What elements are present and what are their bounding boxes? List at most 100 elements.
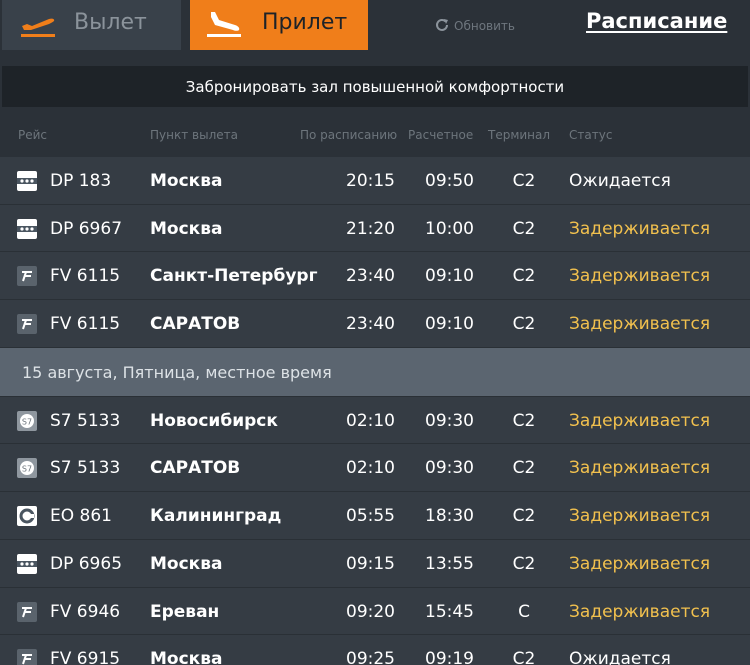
flight-status: Задерживается <box>569 458 711 479</box>
col-terminal: Терминал <box>488 128 551 142</box>
dp-airline-logo-icon <box>17 171 37 191</box>
col-flight: Рейс <box>18 128 48 142</box>
flight-status: Ожидается <box>569 649 671 665</box>
scheduled-time: 05:55 <box>346 506 395 527</box>
terminal: C2 <box>512 266 536 287</box>
svg-text:S7: S7 <box>22 417 32 426</box>
s7-airline-logo-icon: S7 <box>17 458 37 479</box>
estimated-time: 09:30 <box>425 410 474 431</box>
date-separator: 15 августа, Пятница, местное время <box>0 347 750 397</box>
flight-status: Задерживается <box>569 266 711 287</box>
flight-row[interactable]: FV 6915 Москва 09:25 09:19 C2 Ожидается <box>0 635 750 665</box>
plane-takeoff-icon <box>19 9 59 45</box>
flight-number: S7 5133 <box>50 458 121 479</box>
flight-status: Задерживается <box>569 314 711 335</box>
terminal: C2 <box>512 410 536 431</box>
terminal: C2 <box>512 171 536 191</box>
flight-status: Задерживается <box>569 218 711 239</box>
estimated-time: 15:45 <box>425 601 474 622</box>
flight-number: DP 6967 <box>50 218 123 239</box>
scheduled-time: 02:10 <box>346 458 395 479</box>
scheduled-time: 09:20 <box>346 601 395 622</box>
refresh-label: Обновить <box>454 19 515 33</box>
estimated-time: 10:00 <box>425 218 474 239</box>
scheduled-time: 09:25 <box>346 649 395 665</box>
estimated-time: 09:19 <box>425 649 474 665</box>
flight-number: FV 6915 <box>50 649 121 665</box>
flight-status: Ожидается <box>569 171 671 191</box>
flight-row[interactable]: S7 S7 5133 Новосибирск 02:10 09:30 C2 Задержив… <box>0 396 750 445</box>
flight-row[interactable]: DP 183 Москва 20:15 09:50 C2 Ожидается <box>0 157 750 205</box>
fv-airline-logo-icon <box>17 601 37 622</box>
flight-row[interactable]: EO 861 Калининград 05:55 18:30 C2 Задерживает… <box>0 492 750 540</box>
terminal: C2 <box>512 553 536 574</box>
tab-arrival[interactable]: Прилет <box>190 0 368 50</box>
fv-airline-logo-icon <box>17 266 37 287</box>
dp-airline-logo-icon <box>17 553 37 574</box>
flight-row[interactable]: FV 6115 Санкт-Петербург 23:40 09:10 C2 Задерж… <box>0 252 750 301</box>
schedule-link[interactable]: Расписание <box>586 9 727 33</box>
svg-text:S7: S7 <box>22 465 32 474</box>
origin-city: Москва <box>150 649 223 665</box>
top-bar: Вылет Прилет Обновить Расписание <box>0 0 750 52</box>
dp-airline-logo-icon <box>17 218 37 239</box>
col-status: Статус <box>569 128 613 142</box>
lounge-booking-button[interactable]: Забронировать зал повышенной комфортност… <box>2 66 748 107</box>
col-scheduled: По расписанию <box>300 128 398 142</box>
flight-number: DP 183 <box>50 171 112 191</box>
fv-airline-logo-icon <box>17 314 37 335</box>
flight-status: Задерживается <box>569 553 711 574</box>
flight-row[interactable]: FV 6946 Ереван 09:20 15:45 C Задерживается <box>0 587 750 636</box>
s7-airline-logo-icon: S7 <box>17 410 37 431</box>
tab-departure-label: Вылет <box>74 10 147 35</box>
flight-status: Задерживается <box>569 601 711 622</box>
date-separator-label: 15 августа, Пятница, местное время <box>22 362 332 382</box>
col-estimated: Расчетное <box>408 128 474 142</box>
scheduled-time: 21:20 <box>346 218 395 239</box>
terminal: C2 <box>512 506 536 527</box>
flight-number: FV 6115 <box>50 314 121 335</box>
terminal: C2 <box>512 458 536 479</box>
scheduled-time: 02:10 <box>346 410 395 431</box>
terminal: C2 <box>512 314 536 335</box>
estimated-time: 18:30 <box>425 506 474 527</box>
origin-city: Новосибирск <box>150 410 278 431</box>
origin-city: Калининград <box>150 506 282 527</box>
column-headers: Рейс Пункт вылета По расписанию Расчетно… <box>0 118 750 152</box>
scheduled-time: 20:15 <box>346 171 395 191</box>
flight-row[interactable]: DP 6967 Москва 21:20 10:00 C2 Задерживается <box>0 204 750 253</box>
flight-number: EO 861 <box>50 506 112 527</box>
origin-city: Москва <box>150 218 223 239</box>
origin-city: Москва <box>150 553 223 574</box>
col-origin: Пункт вылета <box>150 128 238 142</box>
flight-number: FV 6946 <box>50 601 121 622</box>
refresh-icon <box>434 17 450 36</box>
terminal: C <box>518 601 530 622</box>
flight-status: Задерживается <box>569 410 711 431</box>
estimated-time: 09:30 <box>425 458 474 479</box>
origin-city: САРАТОВ <box>150 458 241 479</box>
estimated-time: 09:10 <box>425 266 474 287</box>
terminal: C2 <box>512 218 536 239</box>
flight-number: FV 6115 <box>50 266 121 287</box>
origin-city: Санкт-Петербург <box>150 266 318 287</box>
flight-row[interactable]: FV 6115 САРАТОВ 23:40 09:10 C2 Задерживается <box>0 300 750 348</box>
flight-row[interactable]: S7 S7 5133 САРАТОВ 02:10 09:30 C2 Задерживаетс… <box>0 444 750 493</box>
estimated-time: 13:55 <box>425 553 474 574</box>
scheduled-time: 09:15 <box>346 553 395 574</box>
scheduled-time: 23:40 <box>346 314 395 335</box>
plane-landing-icon <box>205 9 245 45</box>
tab-arrival-label: Прилет <box>262 10 348 35</box>
fv-airline-logo-icon <box>17 649 37 665</box>
origin-city: САРАТОВ <box>150 314 241 335</box>
flight-status: Задерживается <box>569 506 711 527</box>
origin-city: Москва <box>150 171 223 191</box>
eo-airline-logo-icon <box>17 506 37 527</box>
tab-departure[interactable]: Вылет <box>2 0 181 50</box>
refresh-button[interactable]: Обновить <box>434 17 515 35</box>
flight-number: S7 5133 <box>50 410 121 431</box>
flight-board: DP 183 Москва 20:15 09:50 C2 Ожидается DP 6967… <box>0 157 750 665</box>
lounge-booking-label: Забронировать зал повышенной комфортност… <box>185 77 565 96</box>
flight-number: DP 6965 <box>50 553 123 574</box>
flight-row[interactable]: DP 6965 Москва 09:15 13:55 C2 Задерживается <box>0 539 750 588</box>
